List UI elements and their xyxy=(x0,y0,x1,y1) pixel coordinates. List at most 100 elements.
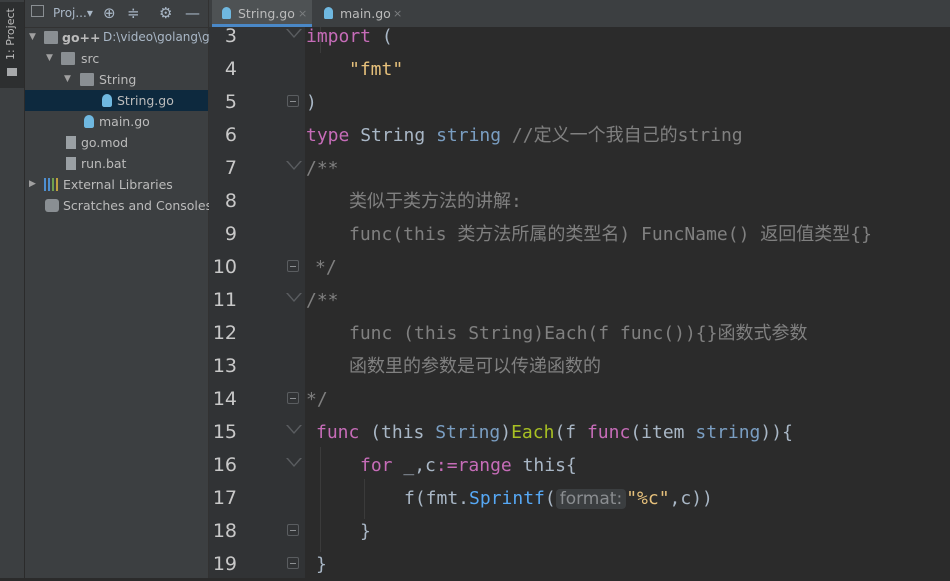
code-line-7: /** xyxy=(306,158,339,179)
code-line-16: for _,c:=range this{ xyxy=(360,455,577,476)
project-view-icon xyxy=(31,5,44,17)
line-number: 7 xyxy=(224,157,237,179)
line-number: 10 xyxy=(212,256,237,278)
tab-main-go[interactable]: main.go × xyxy=(314,0,409,27)
folder-icon xyxy=(80,73,94,86)
line-number: 12 xyxy=(212,322,237,344)
project-tool-tab[interactable]: 1: Project xyxy=(0,2,24,88)
locate-icon[interactable]: ⊕ xyxy=(103,5,119,21)
fold-marker-icon[interactable] xyxy=(286,161,302,170)
folder-icon xyxy=(7,68,17,76)
line-number: 6 xyxy=(224,124,237,146)
tree-item-go-mod[interactable]: go.mod xyxy=(25,132,208,153)
line-number: 17 xyxy=(212,487,237,509)
code-line-13: 函数里的参数是可以传递函数的 xyxy=(349,356,601,377)
line-number: 15 xyxy=(212,421,237,443)
go-file-icon xyxy=(84,115,94,128)
code-line-12: func (this String)Each(f func()){}函数式参数 xyxy=(349,323,808,344)
go-file-icon xyxy=(324,7,333,19)
fold-marker-icon[interactable] xyxy=(287,392,299,404)
tab-label: main.go xyxy=(340,6,391,21)
collapse-arrow-icon[interactable]: ▶ xyxy=(29,174,39,195)
tree-item-label: External Libraries xyxy=(63,177,173,192)
tree-item-root[interactable]: ▼ go++ D:\video\golang\g xyxy=(25,27,210,48)
editor-tabs: String.go × main.go × xyxy=(209,0,950,28)
line-number: 4 xyxy=(224,58,237,80)
go-file-icon xyxy=(222,7,231,19)
expand-arrow-icon[interactable]: ▼ xyxy=(46,48,56,69)
tree-item-label: go.mod xyxy=(81,135,129,150)
tree-item-main-go[interactable]: main.go xyxy=(25,111,208,132)
line-number: 13 xyxy=(212,355,237,377)
fold-marker-icon[interactable] xyxy=(287,524,299,536)
line-number: 5 xyxy=(224,91,237,113)
line-number: 18 xyxy=(212,520,237,542)
tool-window-strip: 1: Project xyxy=(0,0,25,578)
tree-item-string-go[interactable]: String.go xyxy=(25,90,208,111)
tab-label: String.go xyxy=(238,6,295,21)
code-line-17: f(fmt.Sprintf(format: "%c",c)) xyxy=(404,488,713,509)
fold-marker-icon[interactable] xyxy=(286,425,302,434)
fold-marker-icon[interactable] xyxy=(286,29,302,38)
project-toolbar: Proj...▾ ⊕ ≑ ⚙ — xyxy=(25,0,208,28)
indent-guide xyxy=(364,479,365,519)
fold-marker-icon[interactable] xyxy=(286,458,302,467)
scratches-icon xyxy=(45,199,59,212)
editor-gutter: 3 4 5 6 7 8 9 10 11 12 13 14 15 16 17 18… xyxy=(209,25,305,578)
fold-marker-icon[interactable] xyxy=(287,95,299,107)
line-number: 16 xyxy=(212,454,237,476)
tree-item-label: String xyxy=(99,72,137,87)
code-line-5: ) xyxy=(306,92,317,113)
close-icon[interactable]: × xyxy=(393,0,402,27)
code-line-19: } xyxy=(316,554,327,575)
tree-item-path: D:\video\golang\g xyxy=(103,30,210,44)
project-view-select[interactable]: Proj...▾ xyxy=(53,4,93,22)
close-icon[interactable]: × xyxy=(298,0,307,27)
minimize-icon[interactable]: — xyxy=(185,5,201,21)
line-number: 14 xyxy=(212,388,237,410)
code-line-14: */ xyxy=(306,389,328,410)
code-line-18: } xyxy=(360,521,371,542)
go-file-icon xyxy=(102,94,112,107)
folder-icon xyxy=(61,52,75,65)
code-line-10: */ xyxy=(315,257,337,278)
project-tool-label: 1: Project xyxy=(4,8,17,60)
collapse-all-icon[interactable]: ≑ xyxy=(127,5,143,21)
indent-guide xyxy=(320,447,321,552)
expand-arrow-icon[interactable]: ▼ xyxy=(64,69,74,90)
code-line-9: func(this 类方法所属的类型名) FuncName() 返回值类型{} xyxy=(349,224,872,245)
code-line-6: type String string //定义一个我自己的string xyxy=(306,125,743,146)
tree-item-src[interactable]: ▼ src xyxy=(25,48,208,69)
code-line-3: import ( xyxy=(306,27,393,47)
tree-item-run-bat[interactable]: run.bat xyxy=(25,153,208,174)
line-number: 8 xyxy=(224,190,237,212)
code-line-11: /** xyxy=(306,290,339,311)
fold-marker-icon[interactable] xyxy=(287,260,299,272)
folder-icon xyxy=(44,31,58,44)
line-number: 11 xyxy=(212,289,237,311)
tree-item-label: run.bat xyxy=(81,156,127,171)
tree-item-scratches[interactable]: Scratches and Consoles xyxy=(25,195,212,216)
code-line-8: 类似于类方法的讲解: xyxy=(349,191,522,212)
project-panel: Proj...▾ ⊕ ≑ ⚙ — ▼ go++ D:\video\golang\… xyxy=(25,0,212,578)
tree-item-label: String.go xyxy=(117,93,174,108)
code-line-15: func (this String)Each(f func(item strin… xyxy=(316,422,793,443)
gear-icon[interactable]: ⚙ xyxy=(159,5,175,21)
parameter-hint: format: xyxy=(555,489,627,509)
mod-file-icon xyxy=(66,136,76,149)
line-number: 3 xyxy=(224,25,237,47)
tree-item-string-folder[interactable]: ▼ String xyxy=(25,69,208,90)
library-icon xyxy=(44,178,58,191)
code-editor[interactable]: import ( "fmt" ) type String string //定义… xyxy=(305,27,950,578)
fold-marker-icon[interactable] xyxy=(287,557,299,569)
tree-item-external-libraries[interactable]: ▶ External Libraries xyxy=(25,174,208,195)
bat-file-icon xyxy=(66,157,76,170)
tree-item-label: main.go xyxy=(99,114,150,129)
fold-marker-icon[interactable] xyxy=(286,293,302,302)
tree-item-label: go++ xyxy=(62,30,101,45)
tree-item-label: Scratches and Consoles xyxy=(63,198,213,213)
code-line-4: "fmt" xyxy=(349,59,404,80)
tree-item-label: src xyxy=(81,51,100,66)
line-number: 9 xyxy=(224,223,237,245)
expand-arrow-icon[interactable]: ▼ xyxy=(29,27,39,48)
